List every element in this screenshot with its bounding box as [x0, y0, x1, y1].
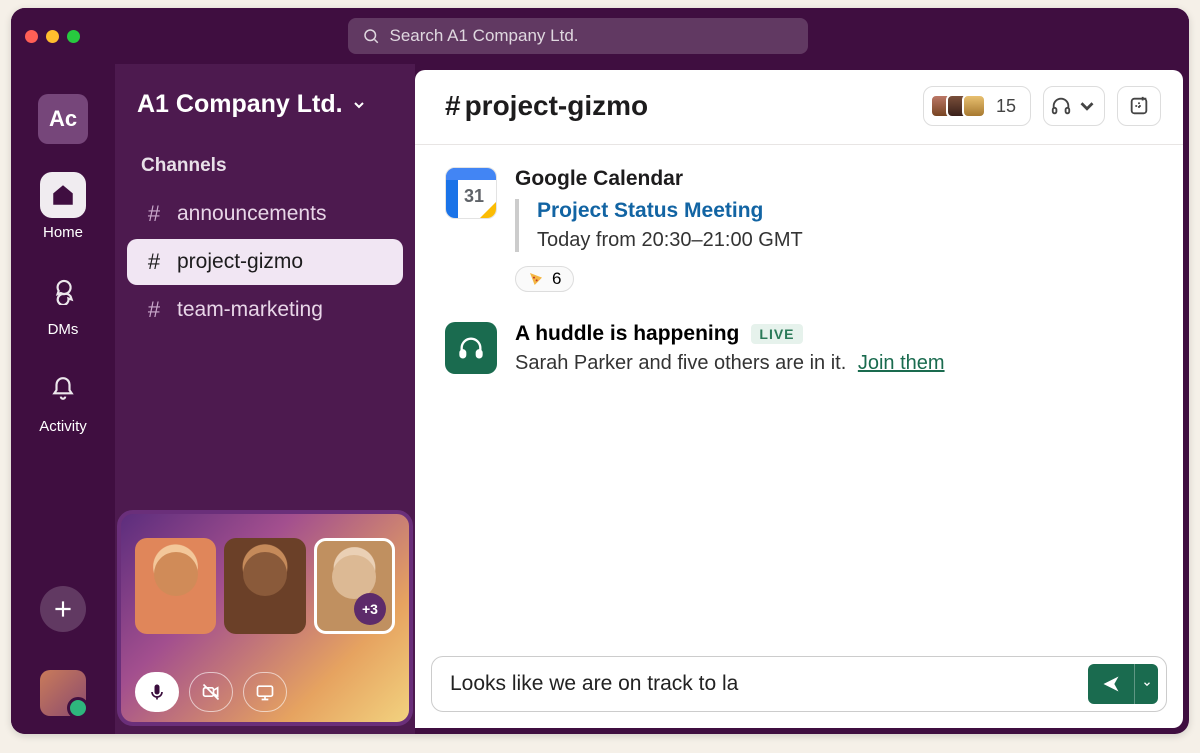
channels-section-title: Channels: [127, 155, 403, 177]
calendar-event-title: Project Status Meeting: [537, 199, 1153, 223]
huddle-controls: [135, 662, 395, 712]
channel-header: #project-gizmo 15: [415, 70, 1183, 145]
message-calendar: 31 Google Calendar Project Status Meetin…: [445, 167, 1153, 292]
huddle-avatar: [224, 538, 305, 634]
huddle-widget[interactable]: +3: [117, 510, 413, 726]
channel-title[interactable]: #project-gizmo: [445, 90, 648, 122]
reaction-button[interactable]: 6: [515, 266, 574, 292]
huddle-message-icon: [445, 322, 497, 374]
nav-item-activity[interactable]: Activity: [39, 366, 87, 435]
member-count-button[interactable]: 15: [923, 86, 1031, 126]
huddle-camera-button[interactable]: [189, 672, 233, 712]
screen-share-icon: [255, 682, 275, 702]
channel-header-name: project-gizmo: [465, 90, 649, 121]
huddle-avatar: [135, 538, 216, 634]
hash-icon: #: [145, 201, 163, 227]
calendar-event-time: Today from 20:30–21:00 GMT: [537, 229, 1153, 252]
app-window: Search A1 Company Ltd. Ac Home DMs: [11, 8, 1189, 734]
sidebar: A1 Company Ltd. Channels # announcements…: [115, 64, 415, 734]
canvas-button[interactable]: [1117, 86, 1161, 126]
calendar-day-number: 31: [464, 186, 484, 207]
main-pane: #project-gizmo 15: [415, 70, 1183, 728]
huddle-screen-button[interactable]: [243, 672, 287, 712]
channel-item-project-gizmo[interactable]: # project-gizmo: [127, 239, 403, 285]
window-controls: [25, 30, 80, 43]
nav-item-label: Home: [43, 224, 83, 241]
huddle-avatar: +3: [314, 538, 395, 634]
huddle-participants: +3: [135, 538, 395, 634]
huddle-title: A huddle is happening: [515, 322, 739, 346]
minimize-window-icon[interactable]: [46, 30, 59, 43]
member-count: 15: [996, 96, 1016, 117]
send-options-button[interactable]: [1134, 664, 1158, 704]
message-list: 31 Google Calendar Project Status Meetin…: [415, 145, 1183, 646]
bell-icon: [50, 376, 76, 402]
fullscreen-window-icon[interactable]: [67, 30, 80, 43]
dms-icon: [50, 279, 76, 305]
nav-item-label: DMs: [48, 321, 79, 338]
hash-icon: #: [445, 90, 461, 121]
huddle-overflow-badge: +3: [354, 593, 386, 625]
close-window-icon[interactable]: [25, 30, 38, 43]
pizza-emoji-icon: [528, 271, 544, 287]
workspace-switcher[interactable]: A1 Company Ltd.: [127, 90, 403, 119]
huddle-subtext: Sarah Parker and five others are in it.: [515, 352, 846, 374]
composer-text[interactable]: Looks like we are on track to la: [450, 672, 1078, 696]
live-badge: LIVE: [751, 324, 802, 344]
plus-icon: [50, 596, 76, 622]
channel-name: announcements: [177, 202, 326, 226]
nav-item-dms[interactable]: DMs: [40, 269, 86, 338]
camera-off-icon: [201, 682, 221, 702]
mic-icon: [147, 682, 167, 702]
workspace-badge[interactable]: Ac: [38, 94, 88, 144]
search-placeholder: Search A1 Company Ltd.: [390, 26, 579, 46]
send-button[interactable]: [1088, 664, 1134, 704]
channel-item-announcements[interactable]: # announcements: [127, 191, 403, 237]
channel-item-team-marketing[interactable]: # team-marketing: [127, 287, 403, 333]
chevron-down-icon: [1142, 679, 1152, 689]
reaction-count: 6: [552, 269, 561, 289]
search-icon: [362, 27, 380, 45]
add-button[interactable]: [40, 586, 86, 632]
chevron-down-icon: [351, 97, 367, 113]
message-author: Google Calendar: [515, 167, 1153, 191]
nav-item-label: Activity: [39, 418, 87, 435]
hash-icon: #: [145, 297, 163, 323]
nav-item-home[interactable]: Home: [40, 172, 86, 241]
home-icon: [50, 182, 76, 208]
member-avatar-icon: [962, 94, 986, 118]
calendar-event-block[interactable]: Project Status Meeting Today from 20:30–…: [515, 199, 1153, 252]
chevron-down-icon: [1076, 95, 1098, 117]
send-icon: [1101, 674, 1121, 694]
channel-name: team-marketing: [177, 298, 323, 322]
headphones-icon: [1050, 95, 1072, 117]
canvas-icon: [1128, 95, 1150, 117]
titlebar: Search A1 Company Ltd.: [11, 8, 1189, 64]
huddle-header-button[interactable]: [1043, 86, 1105, 126]
huddle-mic-button[interactable]: [135, 672, 179, 712]
message-huddle: A huddle is happening LIVE Sarah Parker …: [445, 322, 1153, 375]
channel-list: # announcements # project-gizmo # team-m…: [127, 191, 403, 333]
channel-name: project-gizmo: [177, 250, 303, 274]
search-input[interactable]: Search A1 Company Ltd.: [348, 18, 808, 54]
nav-rail: Ac Home DMs Activity: [11, 64, 115, 734]
hash-icon: #: [145, 249, 163, 275]
workspace-name: A1 Company Ltd.: [137, 90, 343, 119]
message-composer[interactable]: Looks like we are on track to la: [431, 656, 1167, 712]
headphones-icon: [457, 334, 485, 362]
google-calendar-icon: 31: [445, 167, 497, 219]
join-huddle-link[interactable]: Join them: [858, 352, 945, 374]
user-avatar[interactable]: [40, 670, 86, 716]
